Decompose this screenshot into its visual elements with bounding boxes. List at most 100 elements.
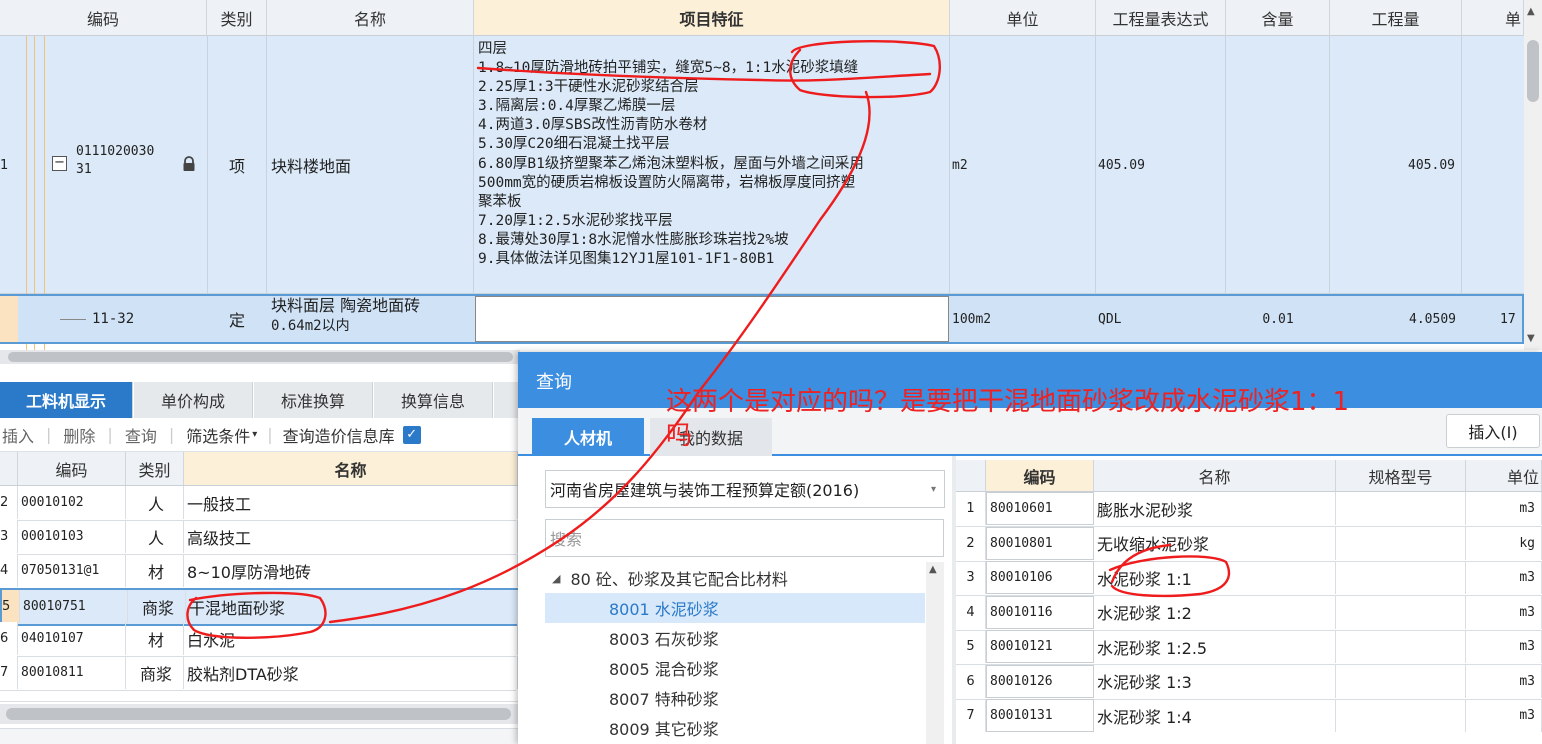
row-name: 水泥砂浆 1:4: [1094, 699, 1336, 732]
checkbox[interactable]: ✓: [402, 425, 421, 444]
mat-header-code[interactable]: 编码: [18, 452, 126, 486]
row-name: 水泥砂浆 1:2.5: [1094, 630, 1336, 663]
result-partial-row: [956, 732, 1542, 744]
row-unit: m3: [1466, 699, 1542, 732]
search-input[interactable]: 搜索: [545, 519, 944, 557]
row-category: 定: [228, 311, 245, 330]
row-index: 5: [956, 630, 986, 663]
result-header-index: [956, 460, 986, 492]
tab-strip-bg: [494, 382, 518, 418]
table-row[interactable]: 2 00010102 人一般技工: [0, 486, 518, 521]
table-row[interactable]: 5 80010121 水泥砂浆 1:2.5 m3: [956, 630, 1542, 665]
feature-line: 聚苯板: [478, 193, 522, 210]
row-code: 0111020030 31: [76, 143, 176, 179]
tab-conversion-info[interactable]: 换算信息: [374, 382, 493, 418]
row-features[interactable]: 四层 1.8~10厚防滑地砖拍平铺实，缝宽5~8，1:1水泥砂浆填缝 2.25厚1:…: [474, 36, 950, 294]
insert-button[interactable]: 插入: [2, 423, 34, 447]
tree-item[interactable]: 8005 混合砂浆: [545, 653, 925, 683]
annotation-line1: 这两个是对应的吗？是要把干混地面砂浆改成水泥砂浆1：1: [666, 387, 1350, 417]
row-code-line1: 0111020030: [76, 144, 155, 159]
quota-select[interactable]: 河南省房屋建筑与装饰工程预算定额(2016) ▾: [545, 470, 945, 508]
table-row[interactable]: 3 00010103 人高级技工: [0, 520, 518, 555]
row-name: 水泥砂浆 1:2: [1094, 595, 1336, 629]
scroll-up-icon[interactable]: ▲: [1527, 6, 1535, 17]
col-header-code[interactable]: 编码: [0, 0, 207, 36]
table-row[interactable]: 6 04010107 材白水泥: [0, 622, 518, 657]
row-code: 80010801: [986, 526, 1094, 560]
table-row[interactable]: 4 07050131@1 材 8~10厚防滑地砖: [0, 554, 518, 589]
tree-root[interactable]: ◢ 80 砼、砂浆及其它配合比材料: [552, 563, 932, 593]
col-header-price[interactable]: 单: [1462, 0, 1524, 36]
col-header-quantity[interactable]: 工程量: [1330, 0, 1462, 36]
row-index: 4: [0, 554, 18, 587]
result-header-unit[interactable]: 单位: [1466, 460, 1542, 492]
col-header-category[interactable]: 类别: [207, 0, 267, 36]
table-row[interactable]: 1 80010601 膨胀水泥砂浆 m3: [956, 492, 1542, 527]
feature-line: 3.隔离层:0.4厚聚乙烯膜一层: [478, 98, 676, 115]
row-category: 商浆: [126, 656, 184, 689]
horizontal-scrollbar-thumb[interactable]: [8, 352, 513, 362]
table-row[interactable]: 4 80010116 水泥砂浆 1:2 m3: [956, 595, 1542, 631]
query-price-button[interactable]: 查询造价信息库: [283, 423, 395, 447]
col-header-name[interactable]: 名称: [267, 0, 474, 36]
row-name: 干混地面砂浆: [186, 590, 520, 623]
tree-item[interactable]: 8009 其它砂浆: [545, 713, 925, 743]
tree-scrollbar[interactable]: [926, 562, 944, 744]
filter-dropdown[interactable]: 筛选条件: [186, 423, 250, 447]
row-code: 04010107: [18, 622, 126, 655]
tree-item[interactable]: 8001 水泥砂浆: [545, 593, 925, 623]
tab-price-composition[interactable]: 单价构成: [134, 382, 253, 418]
tree-item[interactable]: 8003 石灰砂浆: [545, 623, 925, 653]
result-header-name[interactable]: 名称: [1094, 460, 1336, 492]
tab-material-display[interactable]: 工料机显示: [0, 382, 133, 418]
delete-button[interactable]: 删除: [63, 423, 95, 447]
tree-root-label: 80 砼、砂浆及其它配合比材料: [570, 570, 788, 589]
collapse-icon[interactable]: −: [52, 156, 67, 171]
table-row[interactable]: 7 80010131 水泥砂浆 1:4 m3: [956, 699, 1542, 734]
vertical-scrollbar-thumb[interactable]: [1527, 40, 1539, 102]
horizontal-scrollbar-thumb[interactable]: [6, 708, 511, 720]
tab-materials[interactable]: 人材机: [532, 418, 644, 456]
table-row[interactable]: 7 80010811 商浆 胶粘剂DTA砂浆: [0, 656, 518, 691]
row-category: 材: [126, 554, 184, 587]
tree-item[interactable]: 8007 特种砂浆: [545, 683, 925, 713]
feature-line: 7.20厚1:2.5水泥砂浆找平层: [478, 212, 673, 229]
annotation-line2: 吗: [666, 421, 693, 451]
scroll-down-icon[interactable]: ▼: [1527, 333, 1535, 344]
main-grid: 编码 类别 名称 项目特征 单位 工程量表达式 含量 工程量 单 1 − 011…: [0, 0, 1542, 364]
search-placeholder: 搜索: [550, 530, 583, 549]
scroll-up-icon[interactable]: ▲: [929, 564, 937, 575]
row-expression: 405.09: [1096, 36, 1226, 294]
feature-line: 8.最薄处30厚1:8水泥憎水性膨胀珍珠岩找2%坡: [478, 231, 789, 248]
row-unit: m2: [950, 36, 1096, 294]
query-button[interactable]: 查询: [125, 423, 157, 447]
tab-standard-conversion[interactable]: 标准换算: [254, 382, 373, 418]
row-quantity: 405.09: [1330, 36, 1462, 294]
col-header-features[interactable]: 项目特征: [474, 0, 950, 36]
mat-header-category[interactable]: 类别: [126, 452, 184, 486]
row-code: 07050131@1: [18, 554, 126, 587]
row-unit: m3: [1466, 630, 1542, 663]
result-header-code[interactable]: 编码: [986, 460, 1094, 492]
table-row[interactable]: 2 80010801 无收缩水泥砂浆 kg: [956, 526, 1542, 562]
mat-header-name[interactable]: 名称: [184, 452, 518, 486]
row-spec: [1336, 526, 1466, 560]
col-header-content[interactable]: 含量: [1226, 0, 1330, 36]
result-header-spec[interactable]: 规格型号: [1336, 460, 1466, 492]
row-name: 8~10厚防滑地砖: [184, 554, 518, 587]
row-name: 白水泥: [184, 622, 518, 655]
table-row[interactable]: 5 80010751 商浆 干混地面砂浆: [0, 588, 520, 626]
col-header-expression[interactable]: 工程量表达式: [1096, 0, 1226, 36]
row-category: 人: [126, 520, 184, 553]
row-name: 膨胀水泥砂浆: [1094, 492, 1336, 525]
feature-line: 6.80厚B1级挤塑聚苯乙烯泡沫塑料板，屋面与外墙之间采用: [478, 155, 864, 172]
table-row[interactable]: 3 80010106 水泥砂浆 1:1 m3: [956, 561, 1542, 596]
row-code: 80010126: [986, 664, 1094, 698]
col-header-unit[interactable]: 单位: [950, 0, 1096, 36]
row-name: 胶粘剂DTA砂浆: [184, 656, 518, 689]
features-edit-box[interactable]: [475, 296, 949, 342]
row-name-line2: 0.64m2以内: [271, 318, 350, 334]
tree-item-label: 8003 石灰砂浆: [609, 630, 719, 649]
table-row[interactable]: 6 80010126 水泥砂浆 1:3 m3: [956, 664, 1542, 700]
mat-header-index: [0, 452, 18, 486]
